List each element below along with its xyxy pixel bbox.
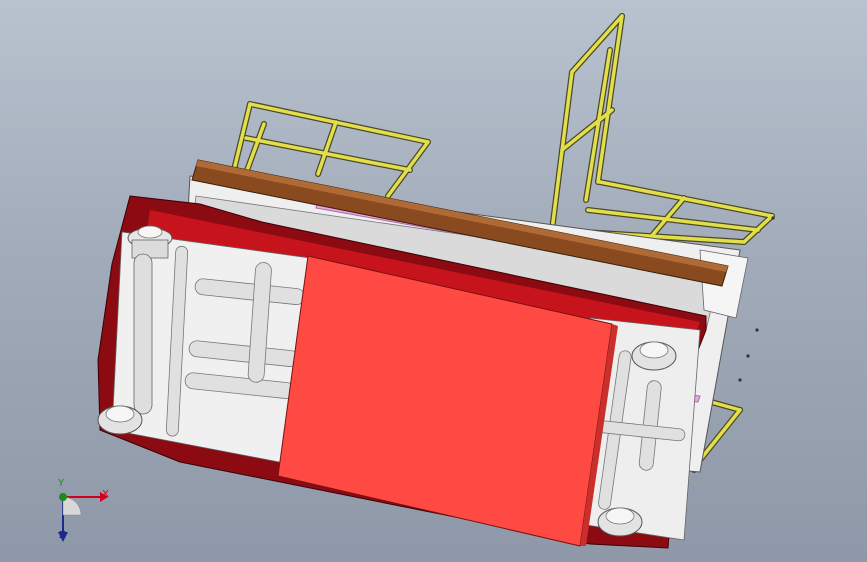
cad-model-scene[interactable]	[0, 0, 867, 562]
coordinate-triad: X Y Z	[44, 478, 114, 550]
x-axis-label: X	[102, 489, 109, 500]
z-axis-label: Z	[59, 530, 66, 541]
y-axis-label: Y	[58, 478, 65, 489]
railing-frame-right[interactable]	[549, 13, 775, 245]
wheel-rear-left[interactable]	[97, 405, 143, 435]
wheel-front-right[interactable]	[631, 341, 677, 371]
graphics-viewport[interactable]: X Y Z	[0, 0, 867, 562]
wheel-rear-right[interactable]	[597, 507, 643, 537]
y-axis-icon	[59, 493, 67, 501]
